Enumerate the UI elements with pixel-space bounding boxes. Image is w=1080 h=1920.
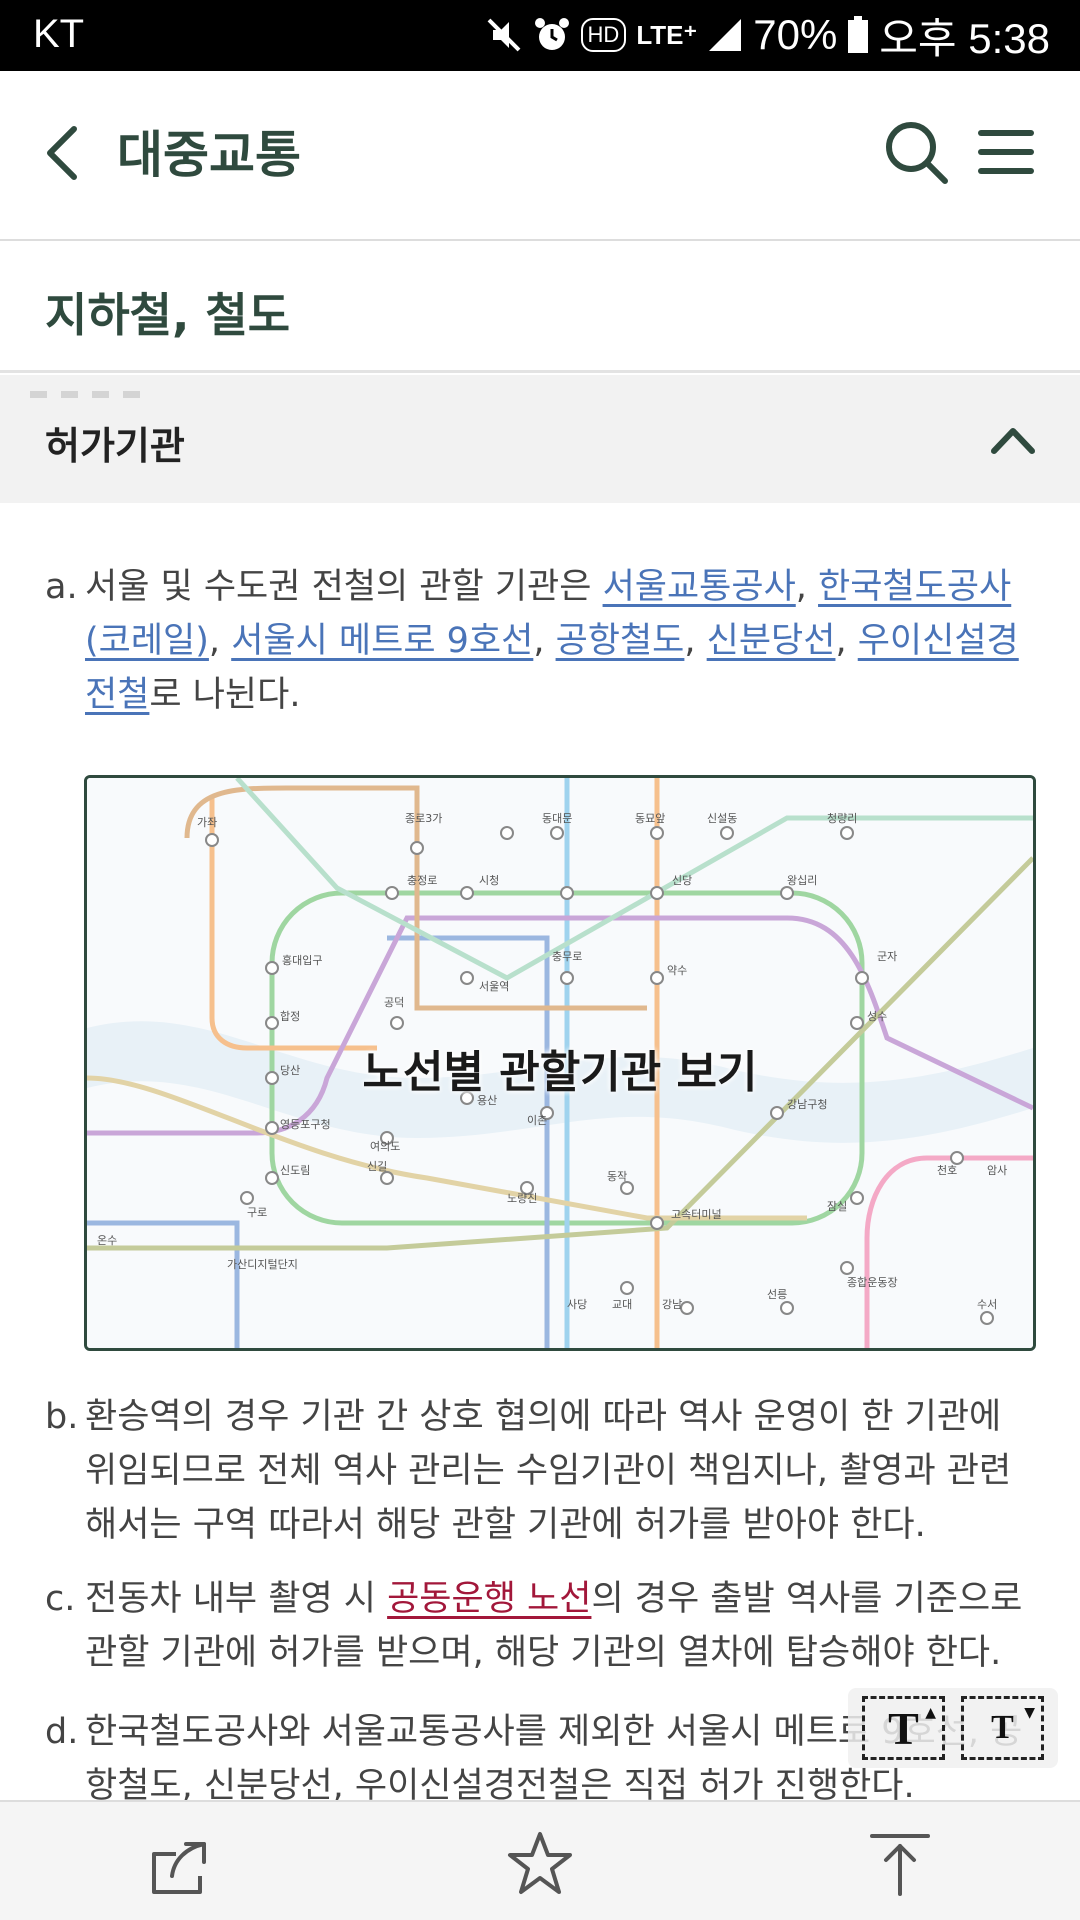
font-increase-label: T <box>888 1702 919 1754</box>
list-item-b: b. 환승역의 경우 기관 간 상호 협의에 따라 역사 운영이 한 기관에 위… <box>45 1390 1035 1552</box>
svg-text:구로: 구로 <box>247 1206 267 1219</box>
font-size-controls: T ▲ T ▼ <box>848 1688 1058 1768</box>
separator: , <box>795 567 819 607</box>
svg-text:사당: 사당 <box>567 1298 587 1311</box>
svg-text:수서: 수서 <box>977 1298 997 1311</box>
item-text: 로 나뉜다. <box>149 675 301 715</box>
svg-text:암사: 암사 <box>987 1164 1007 1177</box>
svg-text:약수: 약수 <box>667 963 687 977</box>
svg-text:공덕: 공덕 <box>384 996 404 1009</box>
svg-text:신길: 신길 <box>367 1160 387 1173</box>
subway-map-card[interactable]: 가좌 종로3가 동대문 동묘앞 신설동 청량리 충정로 시청 신당 왕십리홍대입구서울역 충… <box>84 775 1036 1351</box>
svg-text:이촌: 이촌 <box>527 1114 547 1127</box>
svg-text:성수: 성수 <box>867 1010 887 1023</box>
svg-text:가산디지털단지: 가산디지털단지 <box>227 1258 298 1271</box>
link-metro9[interactable]: 서울시 메트로 9호선 <box>231 621 533 661</box>
hamburger-menu-icon[interactable] <box>978 129 1034 175</box>
clock: 오후 5:38 <box>879 14 1050 62</box>
svg-text:왕십리: 왕십리 <box>787 874 817 887</box>
item-body: 전동차 내부 촬영 시 공동운행 노선의 경우 출발 역사를 기준으로 관할 기… <box>45 1572 1035 1680</box>
svg-text:여의도: 여의도 <box>370 1140 400 1153</box>
font-decrease-label: T <box>991 1709 1014 1746</box>
triangle-down-icon: ▼ <box>1024 1705 1035 1721</box>
link-airport-railroad[interactable]: 공항철도 <box>556 621 685 661</box>
svg-text:동대문: 동대문 <box>542 812 572 825</box>
svg-text:천호: 천호 <box>937 1163 957 1177</box>
svg-text:종합운동장: 종합운동장 <box>847 1276 898 1289</box>
back-arrow-icon[interactable] <box>38 123 98 183</box>
svg-text:신설동: 신설동 <box>707 812 737 825</box>
svg-text:충무로: 충무로 <box>552 950 582 963</box>
section-header: 지하철, 철도 <box>0 243 1080 373</box>
svg-text:신당: 신당 <box>672 874 692 887</box>
item-body: 서울 및 수도권 전철의 관할 기관은 서울교통공사, 한국철도공사(코레일),… <box>45 560 1035 722</box>
svg-text:영등포구청: 영등포구청 <box>280 1118 331 1131</box>
separator: , <box>533 621 556 661</box>
status-bar: KT HD LTE⁺ 70% 오후 5:38 <box>0 0 1080 71</box>
hd-icon: HD <box>580 18 627 52</box>
header-title: 대중교통 <box>117 126 301 184</box>
svg-text:청량리: 청량리 <box>827 812 857 825</box>
link-seoul-metro[interactable]: 서울교통공사 <box>603 567 796 607</box>
item-text: 서울 및 수도권 전철의 관할 기관은 <box>85 567 603 607</box>
item-marker: d. <box>45 1712 79 1752</box>
svg-text:선릉: 선릉 <box>767 1288 787 1301</box>
item-marker: b. <box>45 1397 79 1437</box>
scroll-top-icon[interactable] <box>866 1830 934 1898</box>
battery-percent: 70% <box>753 11 838 58</box>
app-header: 대중교통 <box>0 71 1080 241</box>
svg-text:잠실: 잠실 <box>827 1200 847 1213</box>
svg-text:서울역: 서울역 <box>479 980 509 993</box>
list-item-c: c. 전동차 내부 촬영 시 공동운행 노선의 경우 출발 역사를 기준으로 관… <box>45 1572 1035 1680</box>
network-type: LTE⁺ <box>636 19 698 50</box>
svg-text:종로3가: 종로3가 <box>405 812 442 825</box>
svg-text:온수: 온수 <box>97 1234 117 1247</box>
alarm-icon <box>534 18 569 50</box>
svg-text:군자: 군자 <box>877 950 897 963</box>
item-marker: c. <box>45 1579 76 1619</box>
svg-text:합정: 합정 <box>280 1010 300 1023</box>
share-icon[interactable] <box>146 1830 214 1898</box>
separator: , <box>835 621 858 661</box>
drag-handle <box>30 391 140 398</box>
map-caption[interactable]: 노선별 관할기관 보기 <box>87 1036 1033 1100</box>
item-marker: a. <box>45 567 78 607</box>
svg-text:교대: 교대 <box>612 1298 632 1311</box>
svg-text:충정로: 충정로 <box>407 874 437 887</box>
svg-text:동묘앞: 동묘앞 <box>635 812 665 825</box>
signal-icon <box>709 19 742 51</box>
triangle-up-icon: ▲ <box>925 1705 936 1721</box>
item-body: 환승역의 경우 기관 간 상호 협의에 따라 역사 운영이 한 기관에 위임되므… <box>85 1397 1012 1545</box>
search-icon[interactable] <box>883 119 949 185</box>
font-increase-button[interactable]: T ▲ <box>862 1696 945 1760</box>
mute-icon <box>487 18 520 52</box>
separator: , <box>208 621 232 661</box>
font-decrease-button[interactable]: T ▼ <box>961 1696 1044 1760</box>
carrier-label: KT <box>33 12 85 56</box>
svg-text:홍대입구: 홍대입구 <box>282 953 322 967</box>
list-item-a: a. 서울 및 수도권 전철의 관할 기관은 서울교통공사, 한국철도공사(코레… <box>45 560 1035 722</box>
link-sinbundang[interactable]: 신분당선 <box>707 621 836 661</box>
svg-text:동작: 동작 <box>607 1170 627 1183</box>
separator: , <box>684 621 707 661</box>
chevron-up-icon[interactable] <box>990 421 1036 457</box>
section-title: 지하철, 철도 <box>45 288 291 342</box>
bottom-toolbar <box>0 1800 1080 1920</box>
accordion-title: 허가기관 <box>45 424 185 468</box>
svg-text:시청: 시청 <box>479 874 499 887</box>
svg-text:강남: 강남 <box>662 1298 682 1311</box>
star-icon[interactable] <box>506 1830 574 1898</box>
battery-icon <box>848 16 869 53</box>
svg-text:고속터미널: 고속터미널 <box>671 1208 722 1221</box>
svg-text:가좌: 가좌 <box>197 816 217 829</box>
item-text: 전동차 내부 촬영 시 <box>85 1579 388 1619</box>
link-joint-operation-line[interactable]: 공동운행 노선 <box>387 1579 591 1619</box>
status-icons: HD LTE⁺ 70% 오후 5:38 <box>485 10 1050 62</box>
svg-text:신도림: 신도림 <box>280 1164 310 1177</box>
accordion-header[interactable]: 허가기관 <box>0 375 1080 503</box>
svg-text:노량진: 노량진 <box>507 1192 537 1205</box>
